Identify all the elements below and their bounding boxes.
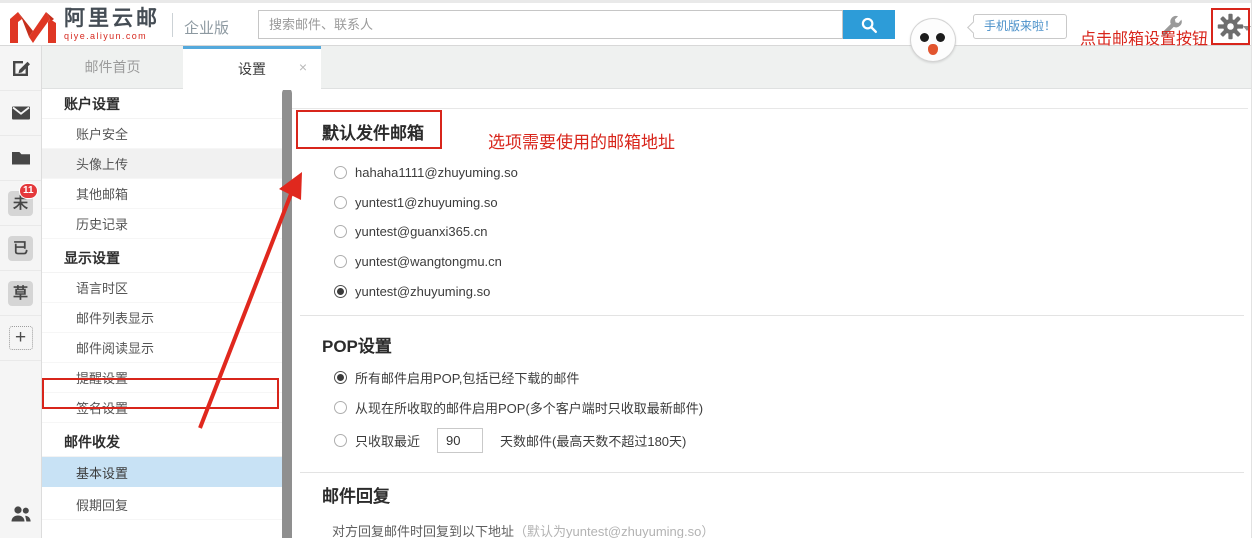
radio-unselected[interactable] xyxy=(334,196,347,209)
avatar-eye xyxy=(920,33,929,42)
settings-content: 默认发件邮箱 选项需要使用的邮箱地址 hahaha1111@zhuyuming.… xyxy=(292,90,1252,538)
section-divider xyxy=(300,472,1244,473)
search-icon xyxy=(859,15,879,35)
inbox-button[interactable] xyxy=(0,91,41,136)
brand-domain: qiye.aliyun.com xyxy=(64,32,160,41)
default-sender-title: 默认发件邮箱 xyxy=(322,119,424,144)
settings-nav: 账户设置 账户安全 头像上传 其他邮箱 历史记录 显示设置 语言时区 邮件列表显… xyxy=(42,90,292,538)
unread-folder-button[interactable]: 未 11 xyxy=(0,181,41,226)
plus-icon: + xyxy=(9,326,33,350)
compose-icon xyxy=(9,56,33,80)
nav-item-account-security[interactable]: 账户安全 xyxy=(42,119,292,149)
nav-item-basic-settings[interactable]: 基本设置 xyxy=(42,457,292,487)
add-folder-button[interactable]: + xyxy=(0,316,41,361)
radio-unselected[interactable] xyxy=(334,166,347,179)
tools-button[interactable] xyxy=(1157,14,1185,45)
reply-address-hint: （默认为yuntest@zhuyuming.so） xyxy=(514,524,714,538)
radio-unselected[interactable] xyxy=(334,225,347,238)
nav-section-account: 账户设置 xyxy=(42,90,292,119)
search-button[interactable] xyxy=(843,10,895,39)
nav-item-mail-read-display[interactable]: 邮件阅读显示 xyxy=(42,333,292,363)
avatar[interactable] xyxy=(910,18,956,62)
reply-address-text: 对方回复邮件时回复到以下地址 xyxy=(332,524,514,538)
content-divider xyxy=(292,108,1248,109)
nav-scrollbar[interactable] xyxy=(282,88,292,538)
tab-mail-home[interactable]: 邮件首页 xyxy=(42,46,183,89)
pop-option-row: 所有邮件启用POP,包括已经下载的邮件 xyxy=(334,367,579,387)
section-divider xyxy=(300,315,1244,316)
nav-section-send-receive: 邮件收发 xyxy=(42,428,292,457)
sender-option-row: yuntest@zhuyuming.so xyxy=(334,281,490,301)
sender-option-row: yuntest@guanxi365.cn xyxy=(334,221,487,241)
brand-name: 阿里云邮 xyxy=(64,8,160,29)
annotation-text-settings: 点击邮箱设置按钮 xyxy=(1080,25,1208,49)
annotation-text-default-sender: 选项需要使用的邮箱地址 xyxy=(488,128,675,153)
radio-selected[interactable] xyxy=(334,371,347,384)
wrench-icon xyxy=(1157,14,1185,40)
mobile-version-bubble[interactable]: 手机版来啦！ xyxy=(973,14,1067,39)
compose-button[interactable] xyxy=(0,46,41,91)
sender-option-row: yuntest@wangtongmu.cn xyxy=(334,251,502,271)
edition-label: 企业版 xyxy=(184,17,229,38)
folder-icon xyxy=(9,146,33,170)
sender-option-row: hahaha1111@zhuyuming.so xyxy=(334,162,518,182)
brand-divider xyxy=(172,13,173,37)
gear-icon xyxy=(1216,12,1245,41)
draft-folder-button[interactable]: 草 xyxy=(0,271,41,316)
contacts-button[interactable] xyxy=(0,494,41,534)
contacts-icon xyxy=(9,503,33,525)
nav-item-mail-list-display[interactable]: 邮件列表显示 xyxy=(42,303,292,333)
mobile-version-label: 手机版来啦！ xyxy=(984,19,1056,33)
caret-down-icon xyxy=(1243,26,1251,31)
nav-item-other-mailbox[interactable]: 其他邮箱 xyxy=(42,179,292,209)
tab-close-icon[interactable]: × xyxy=(295,59,311,75)
unread-count-badge: 11 xyxy=(19,183,38,199)
nav-item-history[interactable]: 历史记录 xyxy=(42,209,292,239)
folders-button[interactable] xyxy=(0,136,41,181)
pop-option-row: 只收取最近 天数邮件(最高天数不超过180天) xyxy=(334,427,686,453)
nav-item-reminder-settings[interactable]: 提醒设置 xyxy=(42,363,292,393)
brand-text: 阿里云邮 qiye.aliyun.com xyxy=(64,8,160,41)
reply-address-line: 对方回复邮件时回复到以下地址（默认为yuntest@zhuyuming.so） xyxy=(332,521,714,538)
pop-settings-title: POP设置 xyxy=(322,332,392,357)
sender-option-row: yuntest1@zhuyuming.so xyxy=(334,192,498,212)
pop-option-row: 从现在所收取的邮件启用POP(多个客户端时只收取最新邮件) xyxy=(334,397,703,417)
radio-unselected[interactable] xyxy=(334,401,347,414)
tab-settings-label: 设置 xyxy=(238,61,266,77)
mail-reply-title: 邮件回复 xyxy=(322,482,390,507)
sent-keycap: 已 xyxy=(8,236,33,261)
nav-item-avatar-upload[interactable]: 头像上传 xyxy=(42,149,292,179)
header: 阿里云邮 qiye.aliyun.com 企业版 手机版来啦！ xyxy=(0,0,1252,46)
settings-button[interactable] xyxy=(1216,12,1245,46)
brand-logo-icon xyxy=(8,9,58,45)
webmail-app: 阿里云邮 qiye.aliyun.com 企业版 手机版来啦！ xyxy=(0,0,1252,538)
left-icon-rail: 未 11 已 草 + xyxy=(0,46,42,538)
avatar-eye xyxy=(936,33,945,42)
tab-mail-home-label: 邮件首页 xyxy=(85,59,141,75)
search-input[interactable] xyxy=(258,10,843,39)
mail-icon xyxy=(9,101,33,125)
draft-keycap: 草 xyxy=(8,281,33,306)
nav-item-language-timezone[interactable]: 语言时区 xyxy=(42,273,292,303)
radio-selected[interactable] xyxy=(334,285,347,298)
nav-item-signature-settings[interactable]: 签名设置 xyxy=(42,393,292,423)
tab-bar: 邮件首页 设置 × xyxy=(42,46,1252,89)
nav-item-vacation-reply[interactable]: 假期回复 xyxy=(42,490,292,520)
nav-section-display: 显示设置 xyxy=(42,244,292,273)
sent-folder-button[interactable]: 已 xyxy=(0,226,41,271)
pop-days-input[interactable] xyxy=(437,428,483,453)
avatar-mouth xyxy=(928,44,938,55)
radio-unselected[interactable] xyxy=(334,255,347,268)
radio-unselected[interactable] xyxy=(334,434,347,447)
tab-settings[interactable]: 设置 × xyxy=(183,46,321,90)
